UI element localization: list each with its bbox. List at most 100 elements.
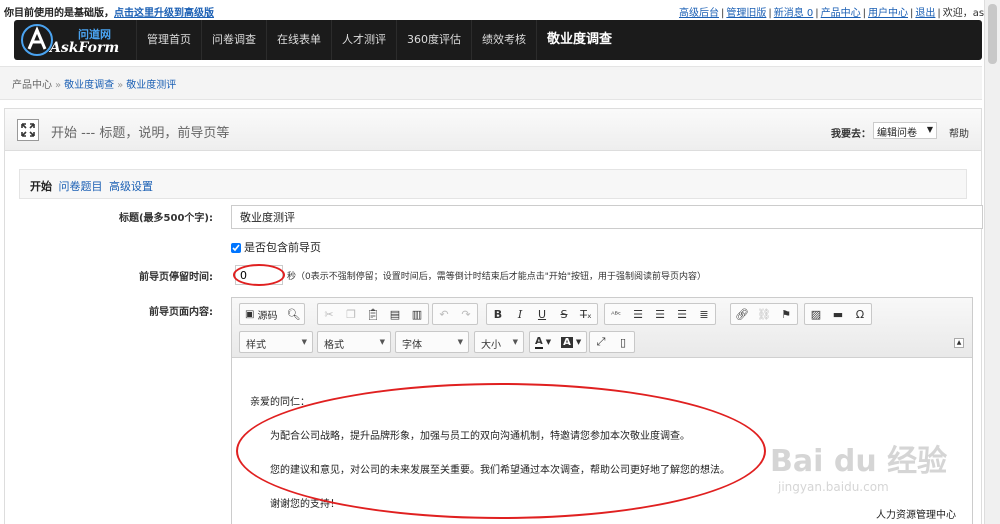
goto-select[interactable]: 编辑问卷 ▼	[873, 122, 937, 139]
caret-down-icon: ▼	[457, 338, 463, 346]
top-link-messages[interactable]: 新消息 0	[774, 8, 814, 19]
image-button[interactable]: ▨	[805, 304, 827, 324]
stay-time-input[interactable]	[235, 265, 283, 285]
italic-button[interactable]: I	[509, 304, 531, 324]
nav-item-engagement-survey[interactable]: 敬业度调查	[536, 20, 623, 60]
spellcheck-button[interactable]: ᴬᴮᶜ	[605, 304, 627, 324]
format-combo-label: 格式	[324, 340, 344, 351]
breadcrumb: 产品中心» 敬业度调查» 敬业度测评	[0, 66, 982, 100]
version-notice: 你目前使用的是基础版，点击这里升级到高级版	[4, 4, 214, 19]
text-color-icon: A	[535, 335, 543, 349]
nav-item-online-form[interactable]: 在线表单	[266, 20, 331, 60]
stay-time-label: 前导页停留时间:	[139, 272, 213, 283]
top-link-advanced-admin[interactable]: 高级后台	[679, 8, 719, 19]
strike-button[interactable]: S	[553, 304, 575, 324]
help-link[interactable]: 帮助	[949, 125, 969, 140]
align-right-icon: ☰	[677, 307, 687, 321]
nav-menu: 管理首页 问卷调查 在线表单 人才测评 360度评估 绩效考核 敬业度调查	[136, 20, 623, 60]
paste-text-button[interactable]: ▤	[384, 304, 406, 324]
unlink-icon: ⛓	[757, 307, 771, 321]
editor-content[interactable]: 亲爱的同仁： 为配合公司战略，提升品牌形象，加强与员工的双向沟通机制，特邀请您参…	[232, 359, 972, 524]
content-paragraph-1: 为配合公司战略，提升品牌形象，加强与员工的双向沟通机制，特邀请您参加本次敬业度调…	[270, 431, 690, 442]
has-intro-label: 是否包含前导页	[244, 241, 321, 254]
has-intro-checkbox[interactable]	[231, 243, 241, 253]
editor-panel: 开始 --- 标题，说明，前导页等 我要去： 编辑问卷 ▼ 帮助 开始 问卷题目…	[4, 108, 983, 524]
has-intro-row[interactable]: 是否包含前导页	[231, 239, 321, 255]
format-combo[interactable]: 格式 ▼	[317, 331, 391, 353]
askform-logo[interactable]: 问道网 AskForm	[20, 23, 132, 57]
editor-toolbar: ▣ 源码 🔍︎ ✂ ❐ 📋︎ ▤ ▥ ↶ ↷ B I U S T̶ₓ ᴬᴮᶜ ☰…	[232, 298, 972, 358]
breadcrumb-engagement-survey[interactable]: 敬业度调查	[64, 80, 114, 91]
version-notice-text: 你目前使用的是基础版，	[4, 8, 114, 19]
breadcrumb-engagement-test[interactable]: 敬业度测评	[126, 80, 176, 91]
scrollbar-thumb[interactable]	[988, 4, 997, 64]
title-input[interactable]	[231, 205, 983, 229]
align-center-button[interactable]: ☰	[649, 304, 671, 324]
tab-advanced-settings[interactable]: 高级设置	[109, 180, 153, 193]
cut-button[interactable]: ✂	[318, 304, 340, 324]
fullscreen-button[interactable]	[17, 119, 39, 141]
underline-button[interactable]: U	[531, 304, 553, 324]
sub-tabs: 开始 问卷题目 高级设置	[19, 169, 967, 199]
text-color-button[interactable]: A ▼	[530, 332, 556, 352]
toolbar-group-source: ▣ 源码 🔍︎	[239, 303, 306, 325]
anchor-button[interactable]: ⚑	[775, 304, 797, 324]
copy-button[interactable]: ❐	[340, 304, 362, 324]
content-greeting: 亲爱的同仁：	[250, 397, 310, 408]
unlink-button[interactable]: ⛓	[753, 304, 775, 324]
panel-header: 开始 --- 标题，说明，前导页等 我要去： 编辑问卷 ▼ 帮助	[5, 109, 981, 151]
top-link-user-center[interactable]: 用户中心	[868, 8, 908, 19]
paste-button[interactable]: 📋︎	[362, 304, 384, 324]
collapse-toolbar-button[interactable]: ▲	[954, 338, 964, 348]
tab-questions[interactable]: 问卷题目	[59, 180, 103, 193]
special-char-button[interactable]: Ω	[849, 304, 871, 324]
undo-button[interactable]: ↶	[433, 304, 455, 324]
remove-format-button[interactable]: T̶ₓ	[575, 304, 597, 324]
show-blocks-icon: ▯	[619, 335, 627, 349]
nav-item-survey[interactable]: 问卷调查	[201, 20, 266, 60]
align-left-button[interactable]: ☰	[627, 304, 649, 324]
nav-item-360-review[interactable]: 360度评估	[396, 20, 471, 60]
show-blocks-button[interactable]: ▯	[612, 332, 634, 352]
page-scrollbar[interactable]	[984, 0, 1000, 524]
spellcheck-icon: ᴬᴮᶜ	[611, 309, 621, 319]
nav-item-home[interactable]: 管理首页	[136, 20, 201, 60]
bold-button[interactable]: B	[487, 304, 509, 324]
underline-icon: U	[537, 307, 547, 321]
link-button[interactable]: 🔗︎	[731, 304, 753, 324]
bg-color-button[interactable]: A ▼	[556, 332, 586, 352]
toolbar-group-clipboard: ✂ ❐ 📋︎ ▤ ▥	[317, 303, 429, 325]
redo-button[interactable]: ↷	[455, 304, 477, 324]
horizontal-rule-button[interactable]: ▬	[827, 304, 849, 324]
paste-word-button[interactable]: ▥	[406, 304, 428, 324]
source-button[interactable]: ▣ 源码	[240, 304, 282, 324]
style-combo-label: 样式	[246, 340, 266, 351]
top-notice-bar: 你目前使用的是基础版，点击这里升级到高级版 高级后台 | 管理旧版 | 新消息 0 | 产品…	[0, 0, 1000, 20]
align-right-button[interactable]: ☰	[671, 304, 693, 324]
content-label: 前导页面内容:	[149, 307, 213, 318]
style-combo[interactable]: 样式 ▼	[239, 331, 313, 353]
maximize-button[interactable]: ⤢	[590, 332, 612, 352]
breadcrumb-product-center[interactable]: 产品中心	[12, 80, 52, 91]
top-link-product-center[interactable]: 产品中心	[821, 8, 861, 19]
italic-icon: I	[517, 307, 523, 321]
title-label: 标题(最多500个字):	[118, 213, 213, 224]
tab-start[interactable]: 开始	[30, 180, 52, 193]
nav-item-talent-assessment[interactable]: 人才测评	[331, 20, 396, 60]
align-left-icon: ☰	[633, 307, 643, 321]
top-link-logout[interactable]: 退出	[915, 8, 935, 19]
justify-button[interactable]: ≣	[693, 304, 715, 324]
nav-item-performance[interactable]: 绩效考核	[471, 20, 536, 60]
font-combo-label: 字体	[402, 340, 422, 351]
bold-icon: B	[493, 307, 503, 321]
toolbar-group-align: ᴬᴮᶜ ☰ ☰ ☰ ≣	[604, 303, 716, 325]
link-icon: 🔗︎	[735, 307, 749, 321]
preview-button[interactable]: 🔍︎	[282, 304, 304, 324]
top-link-old-version[interactable]: 管理旧版	[726, 8, 766, 19]
maximize-icon: ⤢	[596, 335, 606, 348]
align-center-icon: ☰	[655, 307, 665, 321]
upgrade-link[interactable]: 点击这里升级到高级版	[114, 8, 214, 19]
font-combo[interactable]: 字体 ▼	[395, 331, 469, 353]
size-combo[interactable]: 大小 ▼	[474, 331, 524, 353]
caret-down-icon: ▼	[512, 338, 518, 346]
